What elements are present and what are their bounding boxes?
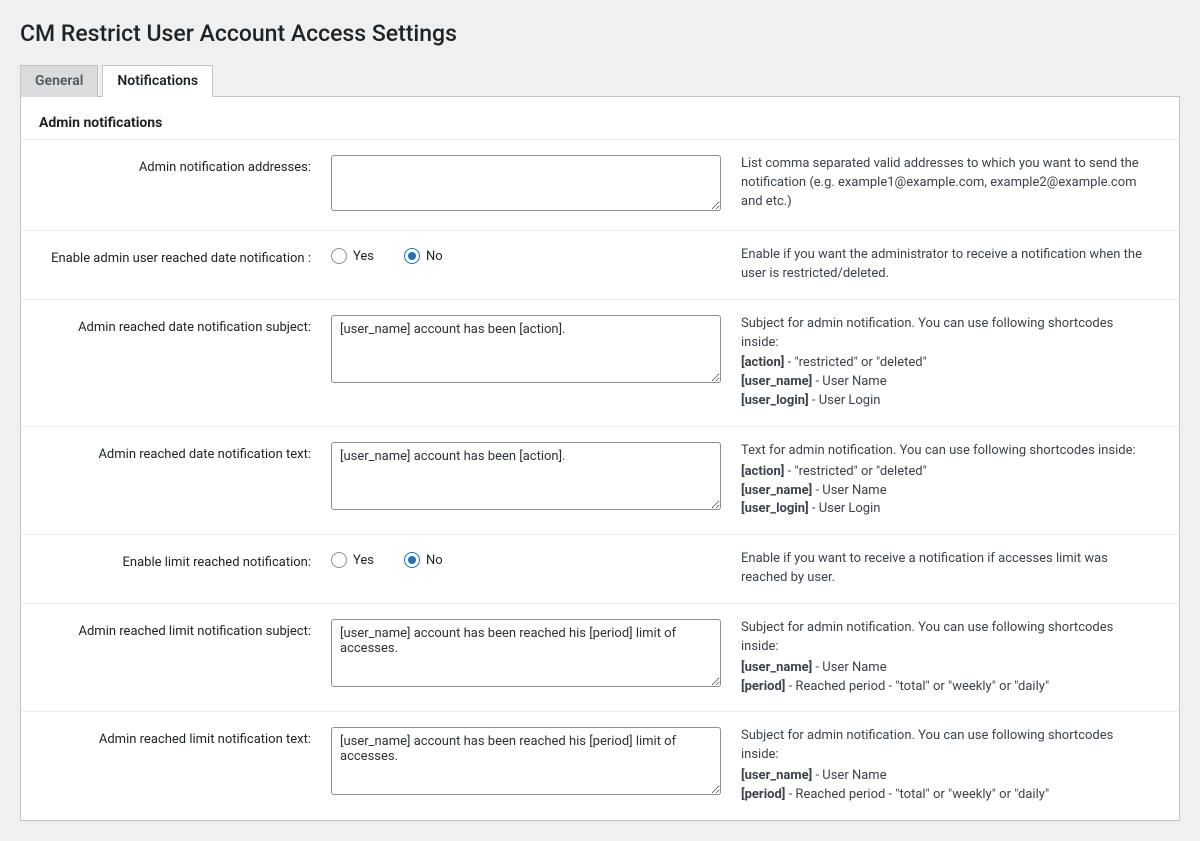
addresses-textarea[interactable]	[331, 155, 721, 211]
radio-icon	[331, 248, 347, 264]
section-title: Admin notifications	[21, 97, 1179, 139]
label-limit-text: Admin reached limit notification text:	[21, 712, 321, 820]
radio-label: Yes	[353, 553, 374, 568]
page-title: CM Restrict User Account Access Settings	[20, 20, 1180, 47]
row-date-subject: Admin reached date notification subject:…	[21, 299, 1179, 426]
tab-general[interactable]: General	[20, 65, 98, 97]
label-date-subject: Admin reached date notification subject:	[21, 299, 321, 426]
limit-text-textarea[interactable]: [user_name] account has been reached his…	[331, 727, 721, 795]
tabs: General Notifications	[20, 65, 1180, 97]
desc-date-text: Text for admin notification. You can use…	[741, 426, 1179, 534]
radio-icon	[404, 552, 420, 568]
desc-limit-subject: Subject for admin notification. You can …	[741, 603, 1179, 711]
tab-notifications[interactable]: Notifications	[102, 65, 213, 97]
date-text-textarea[interactable]: [user_name] account has been [action].	[331, 442, 721, 510]
enable-date-no[interactable]: No	[404, 248, 443, 264]
desc-addresses: List comma separated valid addresses to …	[741, 140, 1179, 231]
enable-limit-no[interactable]: No	[404, 552, 443, 568]
radio-icon	[404, 248, 420, 264]
desc-date-subject: Subject for admin notification. You can …	[741, 299, 1179, 426]
row-addresses: Admin notification addresses: List comma…	[21, 140, 1179, 231]
label-enable-limit: Enable limit reached notification:	[21, 535, 321, 604]
radio-label: Yes	[353, 249, 374, 264]
form-table: Admin notification addresses: List comma…	[21, 139, 1179, 820]
desc-enable-limit: Enable if you want to receive a notifica…	[741, 535, 1179, 604]
row-date-text: Admin reached date notification text: [u…	[21, 426, 1179, 534]
desc-limit-text: Subject for admin notification. You can …	[741, 712, 1179, 820]
date-subject-textarea[interactable]: [user_name] account has been [action].	[331, 315, 721, 383]
desc-enable-date: Enable if you want the administrator to …	[741, 231, 1179, 300]
row-limit-text: Admin reached limit notification text: […	[21, 712, 1179, 820]
label-addresses: Admin notification addresses:	[21, 140, 321, 231]
enable-limit-yes[interactable]: Yes	[331, 552, 374, 568]
limit-subject-textarea[interactable]: [user_name] account has been reached his…	[331, 619, 721, 687]
radio-label: No	[426, 249, 443, 264]
enable-date-yes[interactable]: Yes	[331, 248, 374, 264]
label-date-text: Admin reached date notification text:	[21, 426, 321, 534]
row-enable-date: Enable admin user reached date notificat…	[21, 231, 1179, 300]
row-enable-limit: Enable limit reached notification: Yes N…	[21, 535, 1179, 604]
radio-label: No	[426, 553, 443, 568]
label-limit-subject: Admin reached limit notification subject…	[21, 603, 321, 711]
label-enable-date: Enable admin user reached date notificat…	[21, 231, 321, 300]
settings-panel: Admin notifications Admin notification a…	[20, 97, 1180, 821]
row-limit-subject: Admin reached limit notification subject…	[21, 603, 1179, 711]
radio-icon	[331, 552, 347, 568]
